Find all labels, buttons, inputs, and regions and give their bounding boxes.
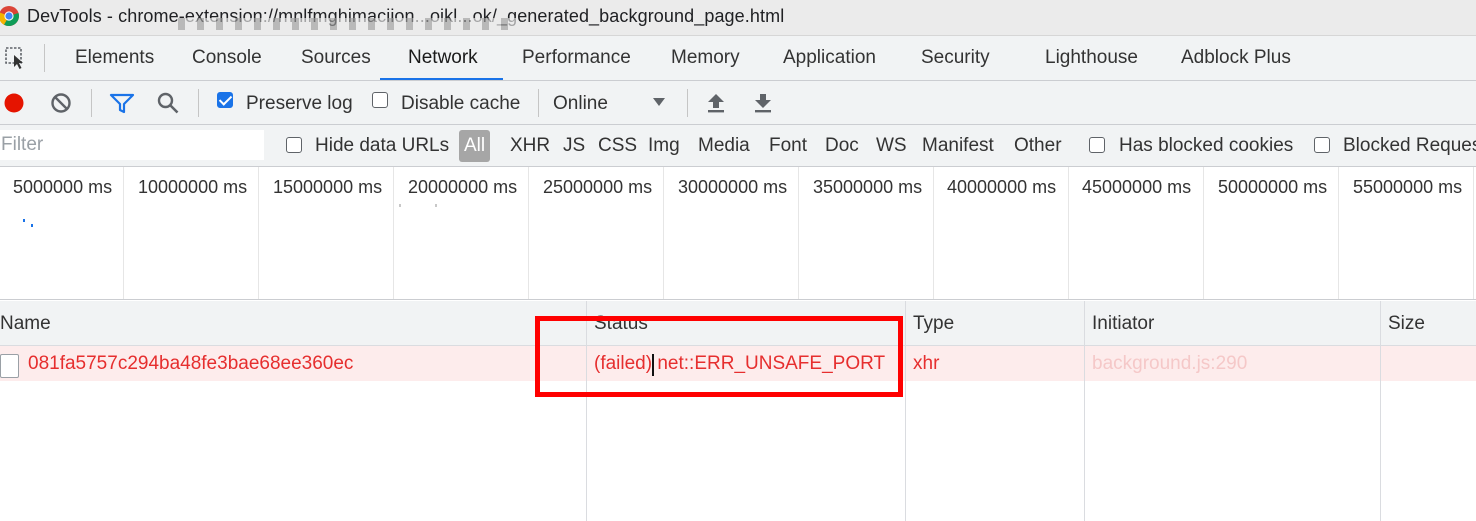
tick-gridline <box>1473 167 1474 299</box>
column-divider[interactable] <box>905 301 906 521</box>
window-titlebar: DevTools - chrome-extension://mnlfmghima… <box>0 0 1476 36</box>
column-divider <box>1380 346 1381 381</box>
tick-label: 30000000 ms <box>678 177 788 197</box>
type-filter-all[interactable]: All <box>459 130 490 162</box>
chevron-down-icon[interactable] <box>652 96 666 108</box>
tick-gridline <box>1203 167 1204 299</box>
tab-lighthouse[interactable]: Lighthouse <box>1045 36 1138 80</box>
tick-label: 10000000 ms <box>138 177 248 197</box>
highlight-annotation-box <box>535 316 903 397</box>
tab-adblock-plus[interactable]: Adblock Plus <box>1181 36 1291 80</box>
hide-data-urls-checkbox[interactable] <box>286 137 302 153</box>
column-divider <box>1084 346 1085 381</box>
request-marker <box>31 224 33 227</box>
toolbar-separator <box>91 89 92 117</box>
tick-gridline <box>123 167 124 299</box>
hide-data-urls-label[interactable]: Hide data URLs <box>315 135 449 157</box>
chrome-logo-icon <box>0 6 19 27</box>
tab-security[interactable]: Security <box>921 36 990 80</box>
network-toolbar: Preserve log Disable cache Online <box>0 81 1476 125</box>
preserve-log-label[interactable]: Preserve log <box>246 93 353 115</box>
tick-label: 45000000 ms <box>1082 177 1192 197</box>
search-icon[interactable] <box>156 91 180 115</box>
network-overview[interactable]: 5000000 ms 10000000 ms 15000000 ms 20000… <box>0 167 1476 300</box>
toolbar-separator <box>538 89 539 117</box>
tab-elements[interactable]: Elements <box>75 36 154 80</box>
type-filter-js[interactable]: JS <box>563 125 585 167</box>
tick-gridline <box>393 167 394 299</box>
active-tab-indicator <box>380 78 503 80</box>
filter-bar: Filter Hide data URLs All XHR JS CSS Img… <box>0 125 1476 167</box>
tick-label: 50000000 ms <box>1218 177 1328 197</box>
tick-label: 35000000 ms <box>813 177 923 197</box>
type-filter-doc[interactable]: Doc <box>825 125 859 167</box>
column-divider[interactable] <box>1380 301 1381 521</box>
redaction-overlay <box>178 18 518 30</box>
tick-label: 55000000 ms <box>1353 177 1463 197</box>
tab-console[interactable]: Console <box>192 36 262 80</box>
tab-memory[interactable]: Memory <box>671 36 740 80</box>
tick-label: 20000000 ms <box>408 177 518 197</box>
inspect-element-icon[interactable] <box>4 46 28 70</box>
type-filter-img[interactable]: Img <box>648 125 680 167</box>
has-blocked-cookies-label[interactable]: Has blocked cookies <box>1119 135 1293 157</box>
tick-gridline <box>663 167 664 299</box>
column-header-size[interactable]: Size <box>1388 301 1425 346</box>
tick-gridline <box>1068 167 1069 299</box>
type-filter-ws[interactable]: WS <box>876 125 907 167</box>
tick-gridline <box>1338 167 1339 299</box>
toolbar-separator <box>687 89 688 117</box>
preserve-log-checkbox[interactable] <box>217 92 233 108</box>
upload-icon[interactable] <box>704 91 728 115</box>
download-icon[interactable] <box>751 91 775 115</box>
type-filter-media[interactable]: Media <box>698 125 750 167</box>
record-icon[interactable] <box>3 92 25 114</box>
has-blocked-cookies-checkbox[interactable] <box>1089 137 1105 153</box>
column-divider <box>905 346 906 381</box>
type-filter-manifest[interactable]: Manifest <box>922 125 994 167</box>
disable-cache-checkbox[interactable] <box>372 92 388 108</box>
column-header-initiator[interactable]: Initiator <box>1092 301 1154 346</box>
tab-application[interactable]: Application <box>783 36 876 80</box>
toolbar-separator <box>198 89 199 117</box>
tab-separator <box>44 44 45 72</box>
tick-gridline <box>798 167 799 299</box>
panel-tabs: Elements Console Sources Network Perform… <box>0 36 1476 81</box>
type-filter-css[interactable]: CSS <box>598 125 637 167</box>
column-header-name[interactable]: Name <box>0 301 51 346</box>
type-filter-other[interactable]: Other <box>1014 125 1062 167</box>
request-initiator[interactable]: background.js:290 <box>1092 346 1247 381</box>
clear-icon[interactable] <box>50 92 72 114</box>
request-type: xhr <box>913 353 940 374</box>
throttling-select[interactable]: Online <box>553 93 608 115</box>
request-marker <box>399 204 401 207</box>
tick-gridline <box>933 167 934 299</box>
tick-gridline <box>528 167 529 299</box>
request-marker <box>23 219 25 222</box>
tick-label: 25000000 ms <box>543 177 653 197</box>
tick-label: 40000000 ms <box>947 177 1057 197</box>
blocked-requests-label[interactable]: Blocked Reques <box>1343 135 1476 157</box>
column-divider[interactable] <box>1084 301 1085 521</box>
tick-gridline <box>258 167 259 299</box>
filter-input[interactable]: Filter <box>0 130 264 160</box>
request-name[interactable]: 081fa5757c294ba48fe3bae68ee360ec <box>28 346 353 381</box>
tab-performance[interactable]: Performance <box>522 36 631 80</box>
tab-sources[interactable]: Sources <box>301 36 371 80</box>
request-marker <box>435 204 437 207</box>
request-row-icon <box>0 354 19 378</box>
blocked-requests-checkbox[interactable] <box>1314 137 1330 153</box>
tab-network[interactable]: Network <box>408 36 478 80</box>
type-filter-font[interactable]: Font <box>769 125 807 167</box>
disable-cache-label[interactable]: Disable cache <box>401 93 520 115</box>
filter-icon[interactable] <box>109 92 135 114</box>
tick-label: 15000000 ms <box>273 177 383 197</box>
column-header-type[interactable]: Type <box>913 301 954 346</box>
type-filter-xhr[interactable]: XHR <box>510 125 550 167</box>
tick-label: 5000000 ms <box>13 177 113 197</box>
